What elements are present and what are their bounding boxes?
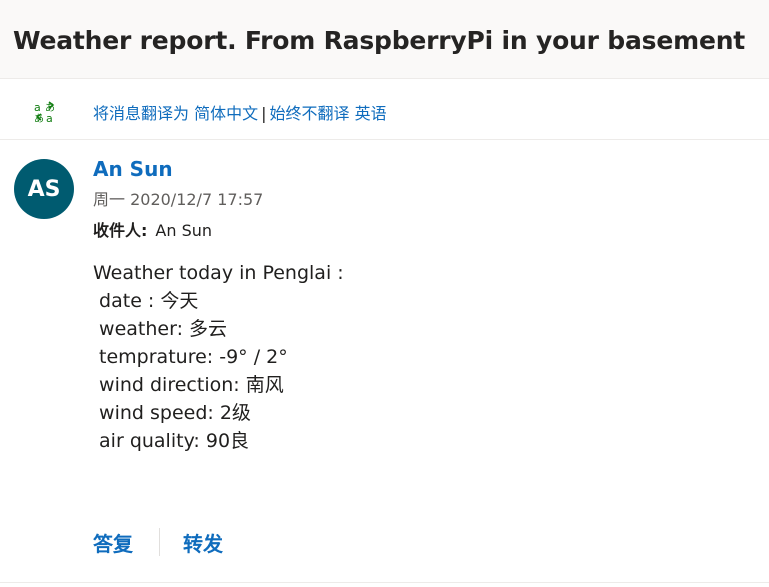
action-divider bbox=[159, 528, 160, 556]
recipient-name[interactable]: An Sun bbox=[155, 221, 212, 240]
recipient-label: 收件人: bbox=[93, 221, 148, 240]
reply-button[interactable]: 答复 bbox=[93, 528, 133, 557]
avatar[interactable]: AS bbox=[14, 159, 74, 219]
bottom-divider bbox=[0, 582, 769, 583]
sender-name[interactable]: An Sun bbox=[93, 157, 173, 181]
recipients-line: 收件人: An Sun bbox=[93, 217, 212, 241]
email-datetime: 周一 2020/12/7 17:57 bbox=[93, 190, 264, 209]
email-body: Weather today in Penglai : date : 今天 wea… bbox=[93, 262, 344, 452]
avatar-initials: AS bbox=[27, 176, 61, 202]
translate-separator: | bbox=[261, 104, 267, 123]
email-subject: Weather report. From RaspberryPi in your… bbox=[13, 26, 746, 55]
forward-button[interactable]: 转发 bbox=[183, 528, 223, 557]
svg-text:a: a bbox=[46, 112, 53, 123]
translate-message-link[interactable]: 将消息翻译为 简体中文 bbox=[93, 104, 258, 123]
subject-header: Weather report. From RaspberryPi in your… bbox=[0, 0, 769, 79]
svg-text:a: a bbox=[34, 101, 41, 114]
translate-options: 将消息翻译为 简体中文 | 始终不翻译 英语 bbox=[93, 100, 387, 124]
translate-icon: a あ あ a bbox=[34, 101, 55, 123]
never-translate-link[interactable]: 始终不翻译 英语 bbox=[269, 104, 386, 123]
